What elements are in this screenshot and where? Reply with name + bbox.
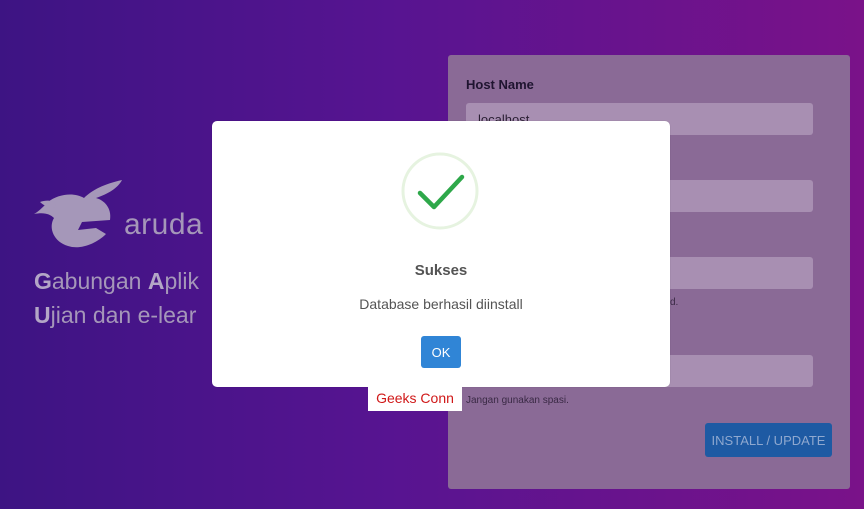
brand-name: aruda	[124, 208, 204, 241]
database-help-text: Jangan gunakan spasi.	[466, 395, 569, 406]
host-name-label: Host Name	[466, 77, 534, 92]
success-modal: Sukses Database berhasil diinstall OK	[212, 121, 670, 387]
watermark-label: Geeks Conn	[368, 386, 462, 411]
install-update-button[interactable]: INSTALL / UPDATE	[705, 423, 832, 457]
modal-title: Sukses	[414, 262, 468, 279]
garuda-logo-icon	[34, 180, 122, 248]
check-icon	[401, 152, 479, 230]
modal-message: Database berhasil diinstall	[359, 296, 523, 312]
password-help-text: d.	[670, 297, 679, 308]
ok-button[interactable]: OK	[421, 336, 461, 368]
